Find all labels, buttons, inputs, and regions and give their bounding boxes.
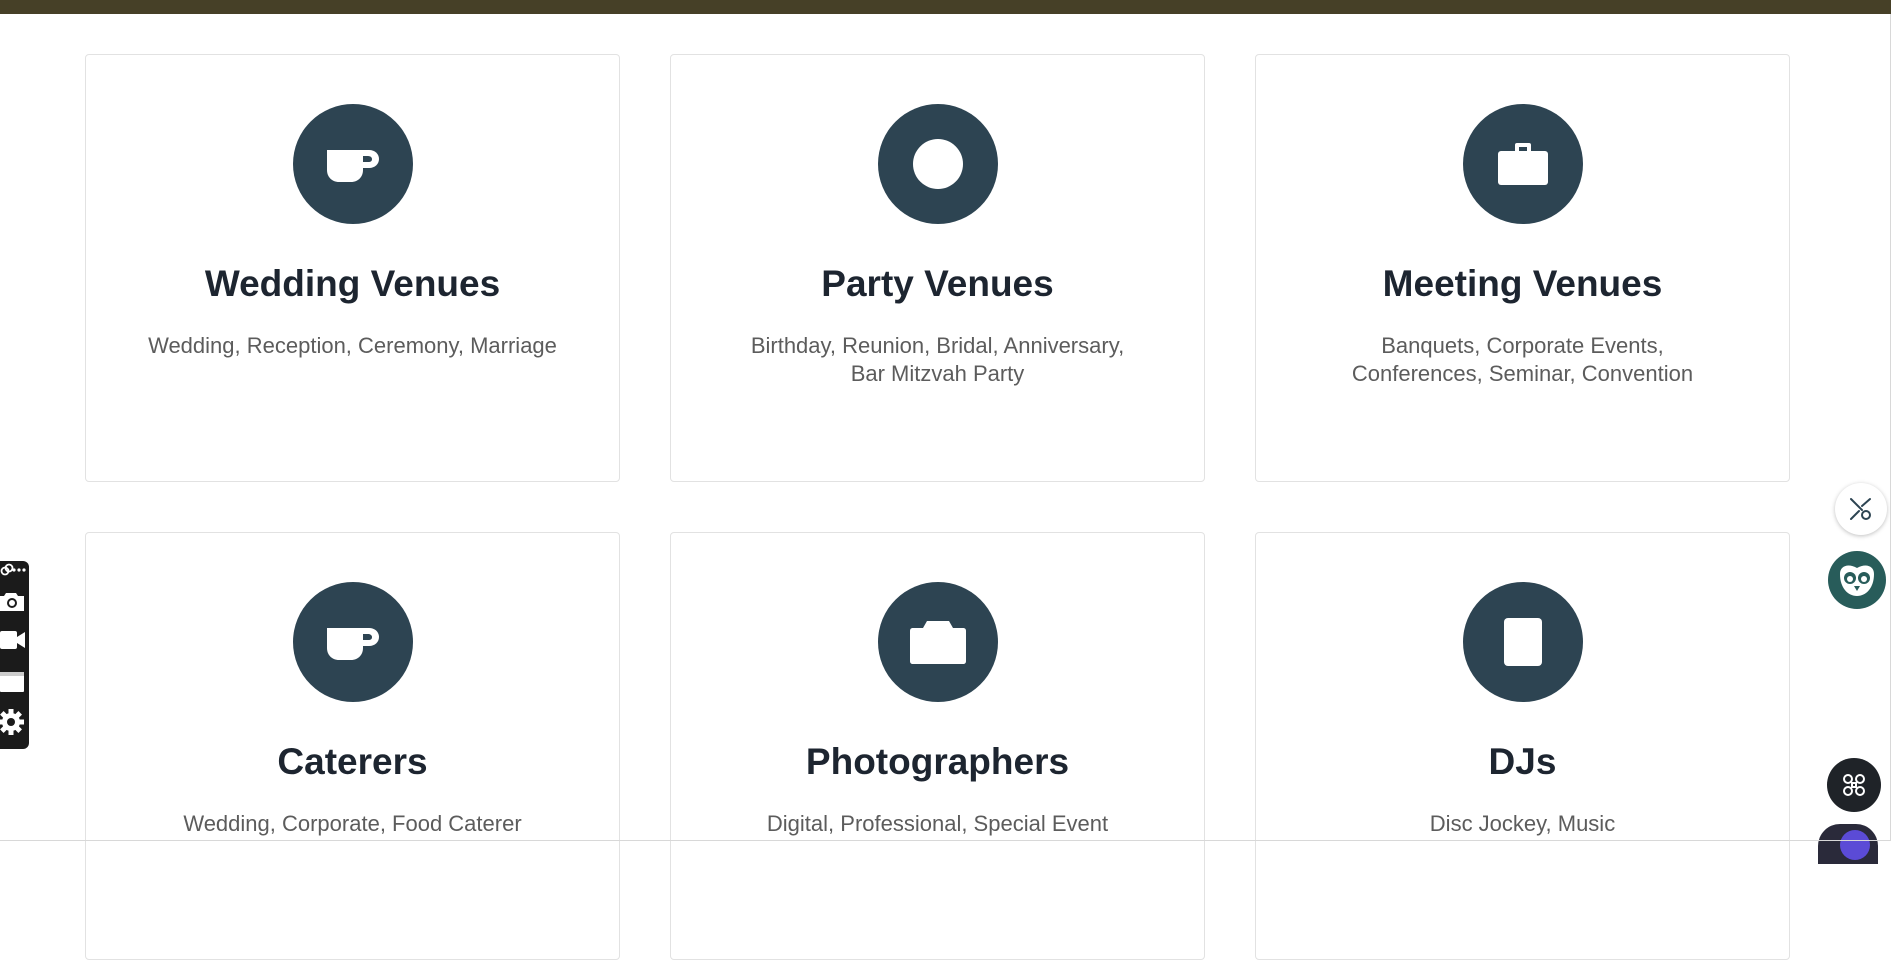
category-card-meeting-venues[interactable]: Meeting Venues Banquets, Corporate Event… bbox=[1255, 54, 1790, 482]
category-title: DJs bbox=[1488, 741, 1557, 782]
category-description: Banquets, Corporate Events, Conferences,… bbox=[1351, 333, 1694, 386]
category-card-wedding-venues[interactable]: Wedding Venues Wedding, Reception, Cerem… bbox=[85, 54, 620, 482]
category-title: Party Venues bbox=[821, 263, 1054, 304]
category-description: Birthday, Reunion, Bridal, Anniversary, … bbox=[750, 333, 1125, 386]
assistant-button[interactable] bbox=[1828, 551, 1886, 609]
category-title: Photographers bbox=[805, 741, 1070, 782]
chat-launcher[interactable] bbox=[1818, 824, 1878, 864]
share-button[interactable] bbox=[1835, 483, 1887, 535]
category-title: Meeting Venues bbox=[1382, 263, 1663, 304]
category-title: Caterers bbox=[277, 741, 428, 782]
top-nav-bar bbox=[0, 0, 1891, 14]
camera-icon bbox=[878, 582, 998, 702]
window-icon[interactable] bbox=[0, 671, 26, 698]
category-card-caterers[interactable]: Caterers Wedding, Corporate, Food Catere… bbox=[85, 532, 620, 960]
category-description: Wedding, Reception, Ceremony, Marriage bbox=[148, 333, 557, 358]
category-description: Wedding, Corporate, Food Caterer bbox=[183, 811, 522, 836]
coffee-cup-icon bbox=[293, 104, 413, 224]
video-camera-icon[interactable] bbox=[0, 629, 26, 656]
command-grid-icon bbox=[1843, 774, 1865, 796]
camera-extension-toolbar bbox=[0, 561, 29, 749]
tablet-icon bbox=[1463, 582, 1583, 702]
briefcase-icon bbox=[1463, 104, 1583, 224]
category-card-photographers[interactable]: Photographers Digital, Professional, Spe… bbox=[670, 532, 1205, 960]
category-card-party-venues[interactable]: Party Venues Birthday, Reunion, Bridal, … bbox=[670, 54, 1205, 482]
category-title: Wedding Venues bbox=[204, 263, 501, 304]
gear-icon[interactable] bbox=[0, 707, 26, 742]
category-card-djs[interactable]: DJs Disc Jockey, Music bbox=[1255, 532, 1790, 960]
circle-icon bbox=[878, 104, 998, 224]
apps-button[interactable] bbox=[1827, 758, 1881, 812]
chat-avatar-icon bbox=[1840, 830, 1870, 860]
camera-icon[interactable] bbox=[0, 589, 26, 618]
share-network-icon bbox=[1850, 498, 1871, 520]
coffee-cup-icon bbox=[293, 582, 413, 702]
owl-icon bbox=[1840, 565, 1874, 596]
category-description: Disc Jockey, Music bbox=[1429, 811, 1616, 836]
more-icon[interactable] bbox=[12, 563, 26, 582]
category-description: Digital, Professional, Special Event bbox=[766, 811, 1109, 836]
